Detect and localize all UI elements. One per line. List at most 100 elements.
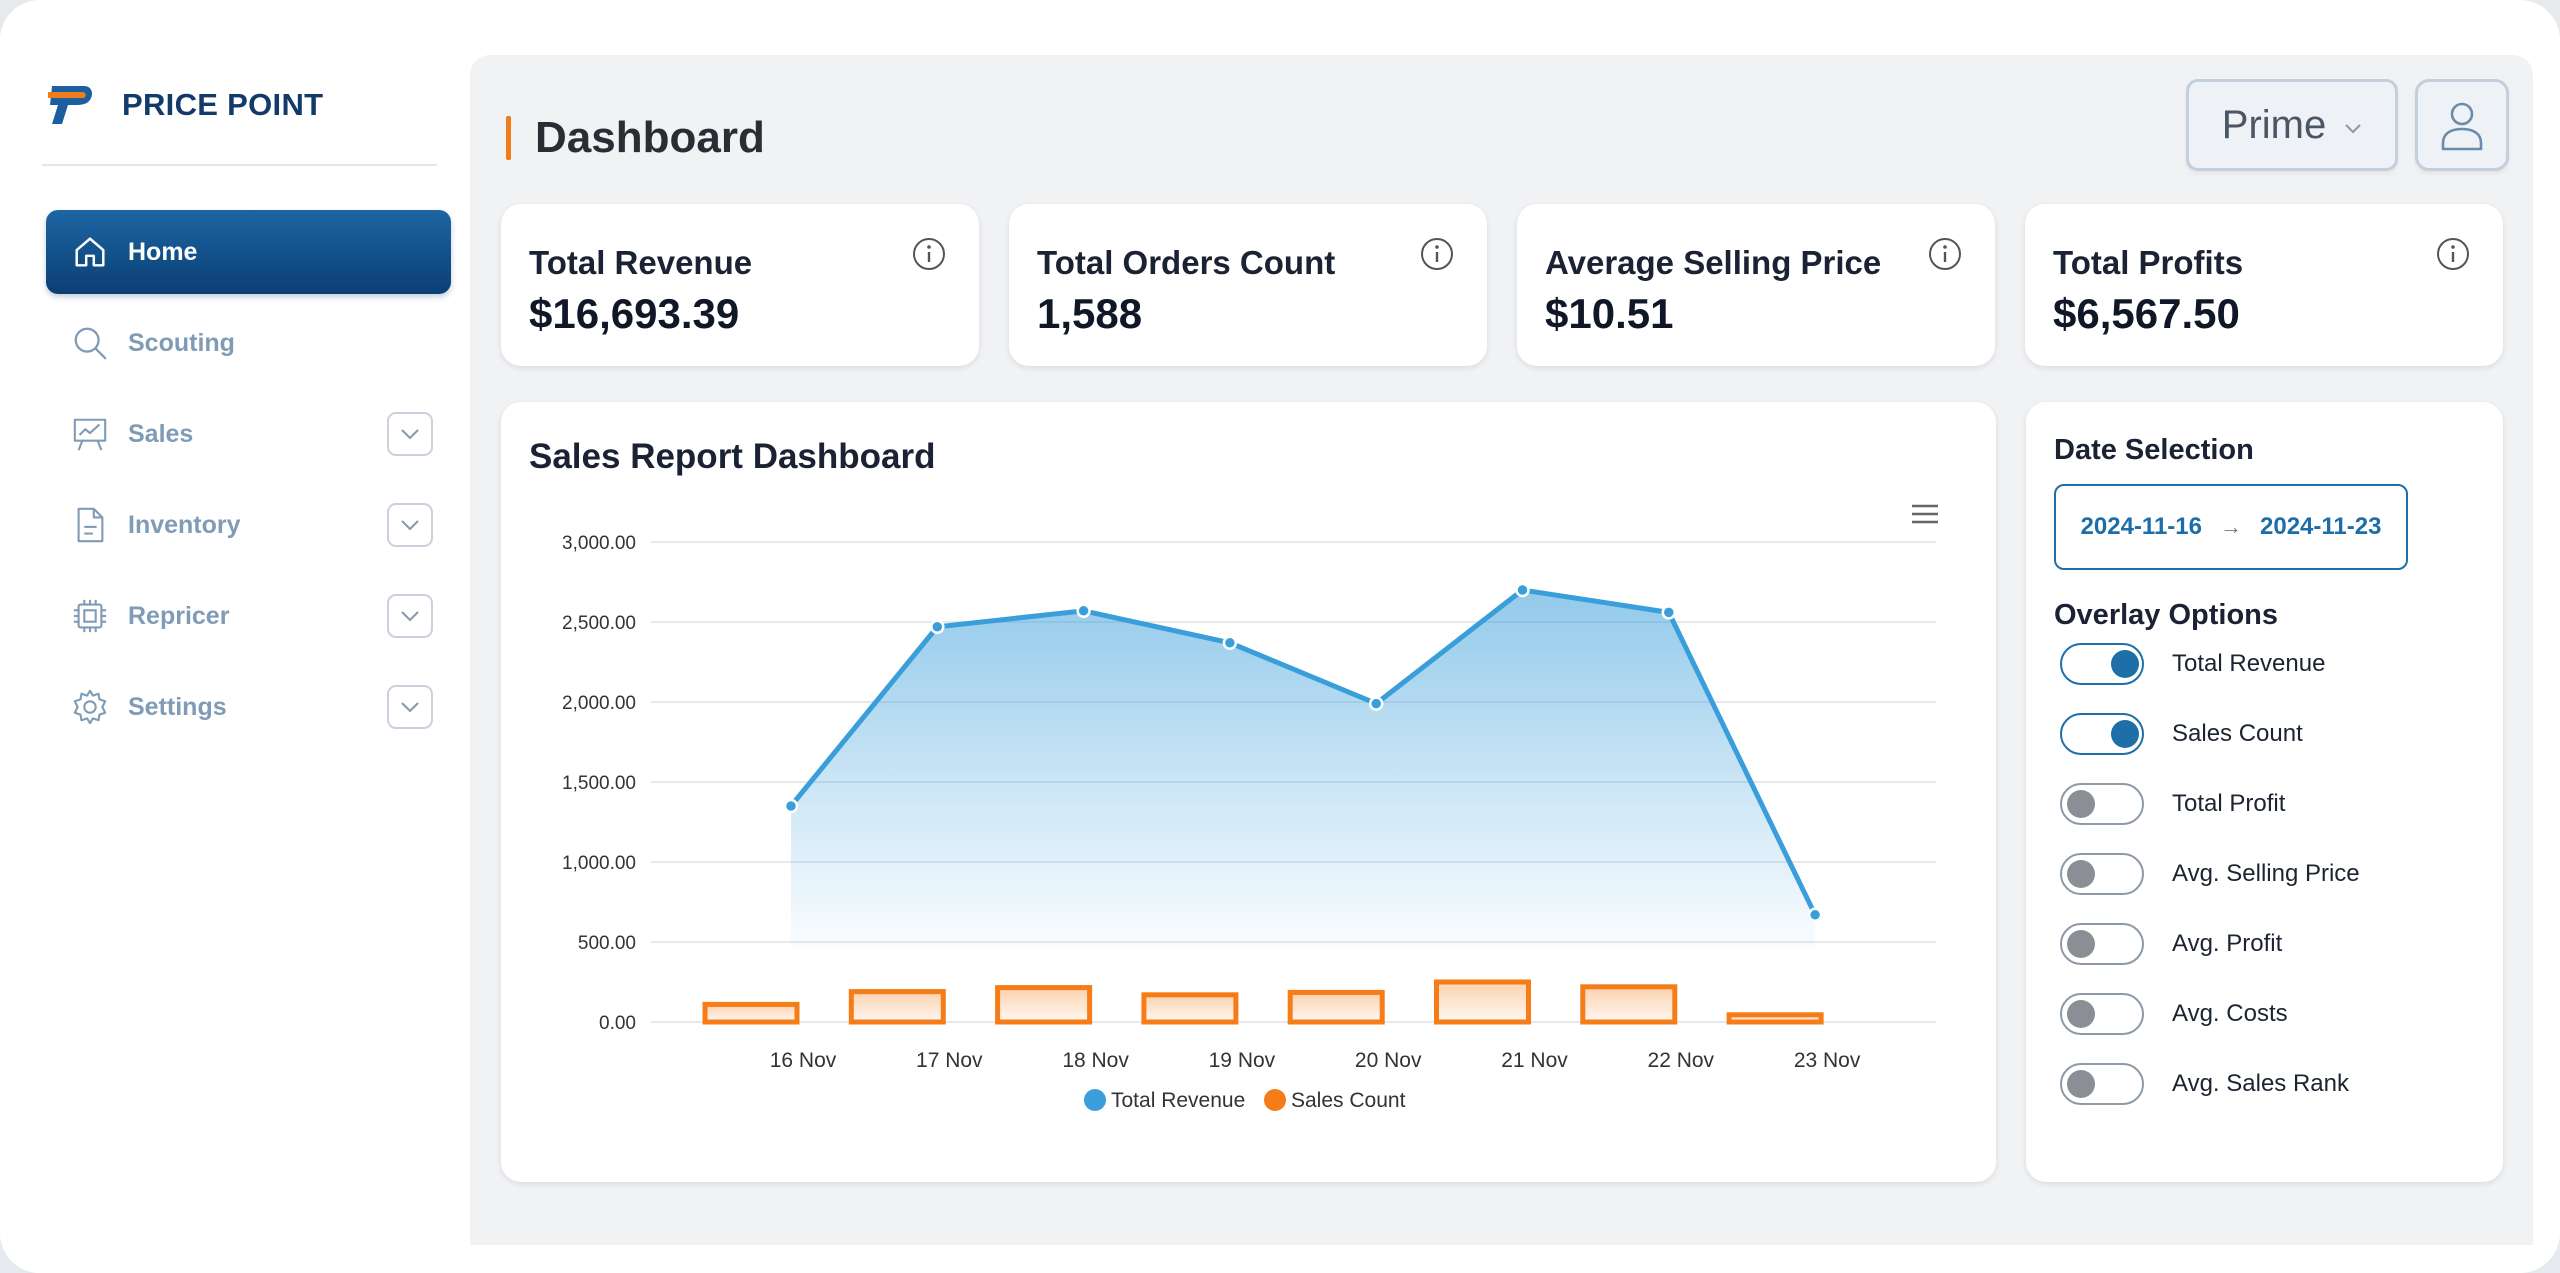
revenue-point <box>1661 605 1677 620</box>
info-icon[interactable] <box>2435 236 2471 272</box>
sidebar-item-label: Inventory <box>128 510 241 539</box>
sidebar-item-label: Sales <box>128 419 194 448</box>
sidebar-item-label: Scouting <box>128 328 235 357</box>
sidebar-item-label: Repricer <box>128 601 230 630</box>
sidebar-item-settings[interactable]: Settings <box>46 665 451 749</box>
chevron-down-icon[interactable] <box>387 594 433 638</box>
toggle-switch[interactable] <box>2060 783 2144 825</box>
overlay-option-label: Total Profit <box>2172 790 2286 817</box>
sidebar-divider <box>42 164 437 166</box>
toggle-knob <box>2111 720 2139 748</box>
brand-logo[interactable]: PRICE POINT <box>48 84 323 126</box>
overlay-toggle-row[interactable]: Avg. Selling Price <box>2060 852 2360 896</box>
y-tick-label: 0.00 <box>599 1013 636 1034</box>
overlay-toggle-row[interactable]: Total Profit <box>2060 782 2285 826</box>
gear-icon <box>70 687 110 727</box>
main-content: Dashboard Prime Total Revenue $16,693.39… <box>470 55 2533 1245</box>
sales-count-bar <box>1434 979 1531 1025</box>
overlay-toggle-row[interactable]: Sales Count <box>2060 712 2303 756</box>
page-title: Dashboard <box>535 113 765 162</box>
kpi-label: Average Selling Price <box>1545 244 1882 281</box>
brand-logo-icon <box>48 86 92 124</box>
overlay-option-label: Total Revenue <box>2172 650 2326 677</box>
chevron-down-icon[interactable] <box>387 503 433 547</box>
sidebar-item-label: Home <box>128 237 198 266</box>
sales-report-card: Sales Report Dashboard 3,000.00 2,500.00 2… <box>501 402 1996 1182</box>
toggle-switch[interactable] <box>2060 853 2144 895</box>
kpi-label: Total Orders Count <box>1037 244 1336 281</box>
brand-name: PRICE POINT <box>122 87 324 122</box>
x-tick-label: 20 Nov <box>1355 1049 1422 1072</box>
x-tick-label: 16 Nov <box>770 1049 837 1072</box>
revenue-point <box>1368 696 1384 711</box>
kpi-card-total-profits: Total Profits $6,567.50 <box>2025 204 2503 366</box>
x-tick-label: 19 Nov <box>1209 1049 1276 1072</box>
sales-chart: 3,000.00 2,500.00 2,000.00 1,500.00 1,000.00… <box>562 533 1936 1112</box>
y-tick-label: 500.00 <box>578 933 636 954</box>
revenue-point <box>783 798 799 814</box>
sales-count-bar <box>1287 989 1385 1025</box>
toggle-knob <box>2067 930 2095 958</box>
overlay-option-label: Avg. Costs <box>2172 1000 2288 1027</box>
kpi-value: $6,567.50 <box>2053 290 2240 337</box>
legend-marker <box>1264 1089 1286 1111</box>
document-icon <box>70 505 110 545</box>
chevron-down-icon <box>2345 123 2361 133</box>
kpi-card-average-selling-price: Average Selling Price $10.51 <box>1517 204 1995 366</box>
revenue-area <box>791 590 1816 950</box>
date-selection-title: Date Selection <box>2054 434 2254 466</box>
x-tick-label: 17 Nov <box>916 1049 983 1072</box>
chevron-down-icon[interactable] <box>387 412 433 456</box>
user-profile-button[interactable] <box>2415 79 2509 171</box>
app-window: PRICE POINT Home Scouting Sales Inventor… <box>0 0 2560 1273</box>
sales-count-bar <box>702 1001 800 1025</box>
legend-label: Total Revenue <box>1111 1089 1245 1112</box>
y-tick-label: 1,000.00 <box>562 853 636 874</box>
overlay-option-label: Avg. Sales Rank <box>2172 1070 2349 1097</box>
y-tick-label: 2,000.00 <box>562 693 636 714</box>
toggle-switch[interactable] <box>2060 923 2144 965</box>
toggle-switch[interactable] <box>2060 643 2144 685</box>
presentation-chart-icon <box>70 414 110 454</box>
info-icon[interactable] <box>1927 236 1963 272</box>
overlay-option-label: Sales Count <box>2172 720 2303 747</box>
chart-menu-icon[interactable] <box>1910 502 1940 526</box>
sidebar-item-home[interactable]: Home <box>46 210 451 294</box>
overlay-toggle-row[interactable]: Avg. Costs <box>2060 992 2288 1036</box>
arrow-right-icon: → <box>2220 514 2242 539</box>
x-tick-label: 18 Nov <box>1062 1049 1129 1072</box>
sidebar-item-scouting[interactable]: Scouting <box>46 301 451 385</box>
overlay-toggle-row[interactable]: Total Revenue <box>2060 642 2325 686</box>
sidebar-item-repricer[interactable]: Repricer <box>46 574 451 658</box>
sidebar-item-sales[interactable]: Sales <box>46 392 451 476</box>
toggle-knob <box>2111 650 2139 678</box>
revenue-point <box>1807 907 1823 923</box>
toggle-knob <box>2067 1000 2095 1028</box>
revenue-point <box>1515 582 1530 598</box>
kpi-value: 1,588 <box>1037 290 1143 337</box>
plan-select-value: Prime <box>2221 102 2327 147</box>
date-range-picker[interactable]: 2024-11-16 → 2024-11-23 <box>2054 484 2408 570</box>
toggle-switch[interactable] <box>2060 993 2144 1035</box>
x-tick-label: 21 Nov <box>1501 1049 1568 1072</box>
search-icon <box>70 323 110 363</box>
toggle-switch[interactable] <box>2060 713 2144 755</box>
sidebar-item-inventory[interactable]: Inventory <box>46 483 451 567</box>
toggle-knob <box>2067 1070 2095 1098</box>
y-tick-label: 1,500.00 <box>562 773 636 794</box>
info-icon[interactable] <box>911 236 947 272</box>
overlay-toggle-row[interactable]: Avg. Sales Rank <box>2060 1062 2349 1106</box>
info-icon[interactable] <box>1419 236 1455 272</box>
sales-count-bar <box>1141 992 1239 1025</box>
chevron-down-icon[interactable] <box>387 685 433 729</box>
kpi-label: Total Profits <box>2053 244 2244 281</box>
toggle-switch[interactable] <box>2060 1063 2144 1105</box>
overlay-toggle-row[interactable]: Avg. Profit <box>2060 922 2282 966</box>
date-start: 2024-11-16 <box>2080 513 2202 540</box>
y-tick-label: 3,000.00 <box>562 533 636 554</box>
y-tick-label: 2,500.00 <box>562 613 636 634</box>
date-end: 2024-11-23 <box>2260 513 2382 540</box>
overlay-option-label: Avg. Profit <box>2172 930 2283 957</box>
plan-select[interactable]: Prime <box>2186 79 2398 171</box>
user-icon <box>2441 102 2483 151</box>
